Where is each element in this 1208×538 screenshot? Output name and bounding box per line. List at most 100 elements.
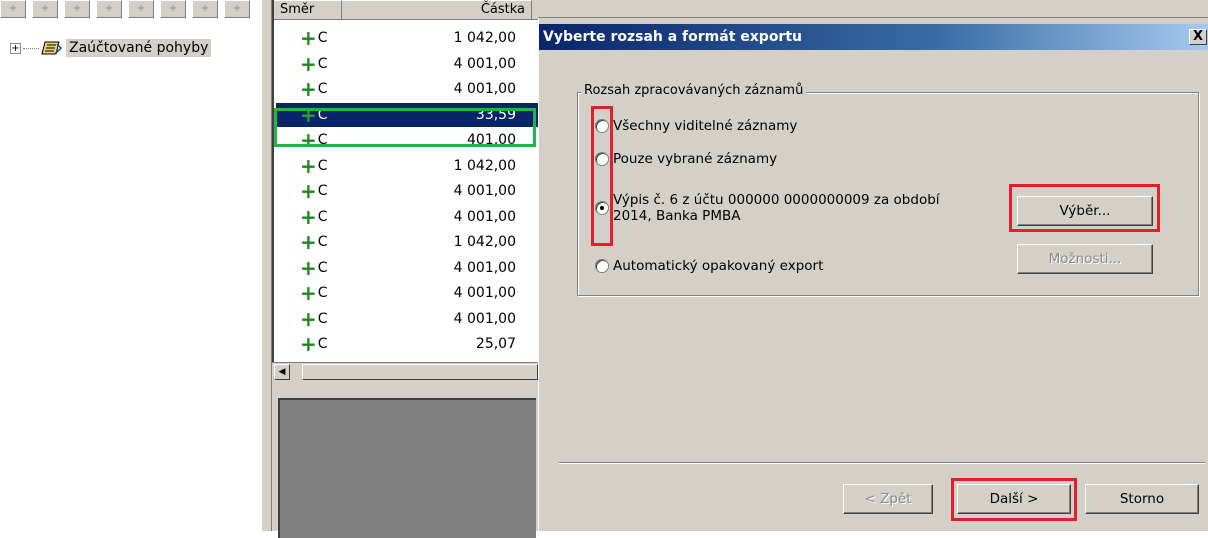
table-row[interactable]: + C 4 001,00	[276, 52, 538, 76]
tree-node-label: Zaúčtované pohyby	[66, 39, 212, 57]
credit-plus-icon: +	[300, 255, 317, 280]
detail-panel	[272, 380, 538, 538]
radio-auto-export[interactable]: Automatický opakovaný export	[595, 258, 823, 274]
amount-cell: 4 001,00	[453, 285, 516, 301]
direction-value: C	[317, 259, 328, 276]
direction-value: C	[317, 183, 328, 199]
direction-value: C	[317, 208, 328, 225]
table-row[interactable]: + C 4 001,00	[276, 256, 538, 280]
direction-cell: + C	[276, 28, 346, 48]
direction-value: C	[317, 157, 328, 174]
toolbar-button[interactable]: +	[96, 0, 122, 18]
splitter[interactable]	[262, 0, 272, 531]
credit-plus-icon: +	[300, 332, 317, 356]
radio-label: Výpis č. 6 z účtu 000000 0000000009 za o…	[613, 192, 940, 224]
dialog-separator	[559, 462, 1205, 464]
amount-cell: 4 001,00	[453, 183, 516, 199]
direction-cell: + C	[276, 79, 346, 99]
toolbar-button[interactable]: +	[128, 0, 154, 18]
tree-toolbar: + + + + + + + +	[0, 0, 262, 20]
direction-cell: + C	[276, 156, 346, 176]
export-dialog: Vyberte rozsah a formát exportu X Rozsah…	[538, 18, 1208, 531]
toolbar-button[interactable]: +	[224, 0, 250, 18]
credit-plus-icon: +	[300, 77, 317, 101]
tree-connector	[23, 47, 39, 49]
radio-selected-only[interactable]: Pouze vybrané záznamy	[595, 151, 777, 167]
credit-plus-icon: +	[300, 230, 317, 254]
table-row[interactable]: + C 4 001,00	[276, 77, 538, 101]
radio-button[interactable]	[595, 259, 609, 273]
direction-cell: + C	[276, 283, 346, 303]
credit-plus-icon: +	[300, 281, 317, 305]
range-group-title: Rozsah zpracovávaných záznamů	[581, 83, 807, 98]
table-row[interactable]: + C 4 001,00	[276, 307, 538, 331]
toolbar-button[interactable]: +	[32, 0, 58, 18]
amount-cell: 4 001,00	[453, 259, 516, 276]
radio-all-visible[interactable]: Všechny viditelné záznamy	[595, 118, 797, 134]
scroll-thumb[interactable]	[302, 364, 538, 380]
expand-icon[interactable]: +	[10, 42, 21, 54]
next-button-highlight	[951, 478, 1077, 521]
direction-cell: + C	[276, 334, 346, 354]
amount-cell: 4 001,00	[453, 310, 516, 327]
amount-cell: 4 001,00	[453, 55, 516, 72]
direction-value: C	[317, 285, 328, 301]
detail-panel-content	[278, 398, 536, 538]
radio-label: Automatický opakovaný export	[613, 258, 824, 274]
column-header-smer[interactable]: Směr	[274, 0, 342, 20]
dialog-title: Vyberte rozsah a formát exportu	[543, 29, 802, 45]
table-row[interactable]: + C 4 001,00	[276, 205, 538, 229]
toolbar-button[interactable]: +	[64, 0, 90, 18]
direction-value: C	[317, 336, 328, 352]
grid-header-extension	[538, 0, 1208, 18]
amount-cell: 4 001,00	[453, 208, 516, 225]
table-row[interactable]: + C 1 042,00	[276, 230, 538, 254]
direction-value: C	[317, 81, 328, 97]
toolbar-button[interactable]: +	[160, 0, 186, 18]
amount-cell: 1 042,00	[453, 157, 516, 174]
back-button[interactable]: < Zpět	[843, 484, 933, 514]
direction-cell: + C	[276, 54, 346, 74]
amount-cell: 25,07	[475, 336, 516, 352]
toolbar-button[interactable]: +	[192, 0, 218, 18]
select-button-highlight	[1009, 184, 1160, 232]
table-row[interactable]: + C 1 042,00	[276, 154, 538, 178]
horizontal-scrollbar[interactable]: ◀	[272, 362, 538, 380]
scroll-left-icon[interactable]: ◀	[274, 364, 290, 380]
ledger-book-icon	[41, 41, 63, 55]
cancel-button[interactable]: Storno	[1085, 484, 1199, 514]
amount-cell: 1 042,00	[453, 234, 516, 250]
direction-value: C	[317, 234, 328, 250]
direction-value: C	[317, 55, 328, 72]
table-row[interactable]: + C 1 042,00	[276, 26, 538, 50]
grid-header: Směr Částka	[274, 0, 538, 20]
radio-label: Všechny viditelné záznamy	[613, 118, 798, 134]
radio-highlight-box	[591, 106, 613, 246]
amount-cell: 4 001,00	[453, 81, 516, 97]
table-row[interactable]: + C 4 001,00	[276, 179, 538, 203]
dialog-titlebar: Vyberte rozsah a formát exportu X	[539, 24, 1208, 50]
direction-cell: + C	[276, 309, 346, 329]
statement-line-2: 2014, Banka PMBA	[613, 208, 741, 224]
credit-plus-icon: +	[300, 306, 317, 331]
close-icon[interactable]: X	[1189, 29, 1207, 45]
credit-plus-icon: +	[300, 153, 317, 178]
tree-node-zauctovane-pohyby[interactable]: + Zaúčtované pohyby	[10, 38, 212, 58]
transactions-grid[interactable]: Směr Částka + C 1 042,00 + C 4 001,00 + C 4 001,…	[272, 0, 538, 378]
direction-value: C	[317, 30, 328, 46]
column-header-castka[interactable]: Částka	[342, 0, 532, 20]
amount-cell: 1 042,00	[453, 30, 516, 46]
table-row[interactable]: + C 25,07	[276, 332, 538, 356]
direction-cell: + C	[276, 258, 346, 278]
direction-cell: + C	[276, 207, 346, 227]
credit-plus-icon: +	[300, 179, 317, 203]
direction-cell: + C	[276, 232, 346, 252]
direction-cell: + C	[276, 181, 346, 201]
direction-value: C	[317, 310, 328, 327]
options-button[interactable]: Možnosti...	[1017, 244, 1153, 274]
credit-plus-icon: +	[300, 204, 317, 229]
credit-plus-icon: +	[300, 26, 317, 50]
radio-statement[interactable]: Výpis č. 6 z účtu 000000 0000000009 za o…	[595, 192, 940, 224]
table-row[interactable]: + C 4 001,00	[276, 281, 538, 305]
toolbar-button[interactable]: +	[0, 0, 26, 18]
